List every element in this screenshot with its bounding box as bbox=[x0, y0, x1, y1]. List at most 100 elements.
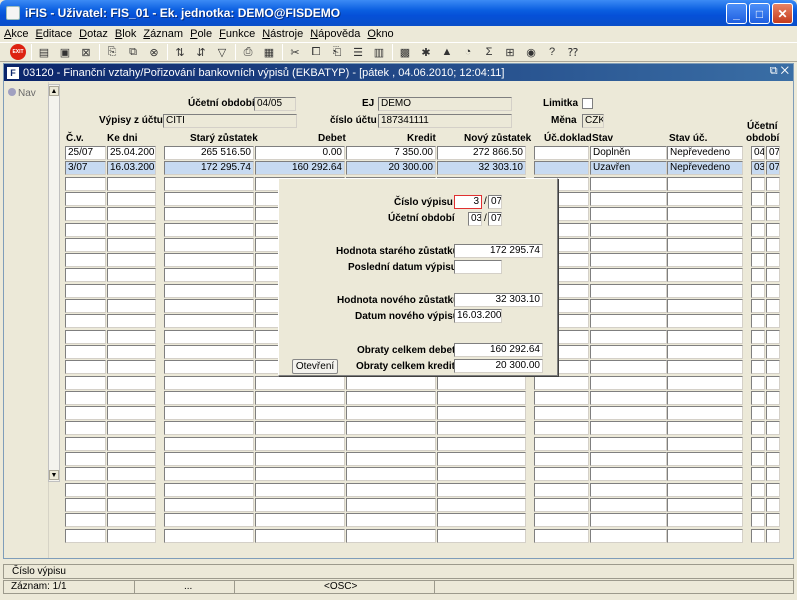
table-cell-stav[interactable] bbox=[590, 467, 667, 481]
table-cell-stav-uc[interactable] bbox=[667, 391, 743, 405]
table-cell-stav-uc[interactable]: Nepřevedeno bbox=[667, 146, 743, 160]
table-cell-debet[interactable]: 160 292.64 bbox=[255, 161, 345, 175]
table-cell-ucdoklad[interactable] bbox=[534, 161, 589, 175]
menu-okno[interactable]: Okno bbox=[367, 28, 393, 40]
table-cell-stary[interactable] bbox=[164, 406, 254, 420]
table-cell-stav-uc[interactable] bbox=[667, 192, 743, 206]
table-cell-ke-dni[interactable] bbox=[107, 268, 156, 282]
table-cell-cv[interactable] bbox=[65, 483, 106, 497]
menu-blok[interactable]: Blok bbox=[115, 28, 136, 40]
table-cell-obd-y[interactable] bbox=[766, 467, 780, 481]
table-cell-ucdoklad[interactable] bbox=[534, 406, 589, 420]
table-cell-obd-y[interactable] bbox=[766, 268, 780, 282]
table-cell-stav-uc[interactable] bbox=[667, 207, 743, 221]
table-cell-cv[interactable] bbox=[65, 192, 106, 206]
table-cell-stav-uc[interactable] bbox=[667, 330, 743, 344]
table-cell-stav[interactable] bbox=[590, 268, 667, 282]
table-cell-stav[interactable]: Doplněn bbox=[590, 146, 667, 160]
dlg-ucetni-obdobi-m[interactable]: 03 bbox=[468, 212, 482, 226]
table-cell-obd-m[interactable] bbox=[751, 391, 765, 405]
table-cell-cv[interactable] bbox=[65, 391, 106, 405]
limitka-checkbox[interactable] bbox=[582, 98, 593, 109]
table-cell-ke-dni[interactable] bbox=[107, 284, 156, 298]
table-cell-ke-dni[interactable]: 25.04.2007 bbox=[107, 146, 156, 160]
columns-icon[interactable]: ▥ bbox=[371, 44, 387, 60]
delete-record-icon[interactable]: ⊠ bbox=[78, 44, 94, 60]
table-cell-novy[interactable] bbox=[437, 498, 526, 512]
table-cell-ucdoklad[interactable] bbox=[534, 483, 589, 497]
table-cell-stav[interactable] bbox=[590, 207, 667, 221]
table-cell-obd-m[interactable] bbox=[751, 452, 765, 466]
table-cell-kredit[interactable] bbox=[346, 513, 436, 527]
query-execute-icon[interactable]: ⧉ bbox=[125, 44, 141, 60]
menu-zaznam[interactable]: Záznam bbox=[143, 28, 183, 40]
table-cell-stav-uc[interactable] bbox=[667, 345, 743, 359]
table-cell-stav[interactable] bbox=[590, 376, 667, 390]
table-cell-obd-y[interactable] bbox=[766, 314, 780, 328]
cislo-uctu-field[interactable]: 187341111 bbox=[378, 114, 512, 128]
table-cell-ke-dni[interactable] bbox=[107, 452, 156, 466]
dlg-posledni-datum-field[interactable] bbox=[454, 260, 502, 274]
table-cell-obd-m[interactable] bbox=[751, 437, 765, 451]
table-cell-stav[interactable] bbox=[590, 421, 667, 435]
table-cell-cv[interactable] bbox=[65, 467, 106, 481]
table-cell-obd-m[interactable] bbox=[751, 483, 765, 497]
table-cell-kredit[interactable] bbox=[346, 529, 436, 543]
table-cell-ke-dni[interactable] bbox=[107, 207, 156, 221]
table-cell-cv[interactable] bbox=[65, 299, 106, 313]
table-cell-obd-y[interactable] bbox=[766, 330, 780, 344]
table-cell-ucdoklad[interactable] bbox=[534, 498, 589, 512]
table-cell-novy[interactable] bbox=[437, 513, 526, 527]
table-cell-debet[interactable] bbox=[255, 513, 345, 527]
print-preview-icon[interactable]: ▦ bbox=[261, 44, 277, 60]
table-cell-obd-y[interactable] bbox=[766, 376, 780, 390]
nav-panel[interactable]: Nav bbox=[5, 82, 49, 558]
table-cell-cv[interactable] bbox=[65, 238, 106, 252]
table-cell-kredit[interactable] bbox=[346, 437, 436, 451]
table-cell-obd-m[interactable] bbox=[751, 345, 765, 359]
table-cell-obd-y[interactable] bbox=[766, 498, 780, 512]
vypisy-field[interactable]: CITI bbox=[163, 114, 297, 128]
table-cell-ke-dni[interactable] bbox=[107, 223, 156, 237]
table-cell-obd-m[interactable] bbox=[751, 253, 765, 267]
sort-desc-icon[interactable]: ⇵ bbox=[193, 44, 209, 60]
table-cell-ucdoklad[interactable] bbox=[534, 437, 589, 451]
table-cell-ke-dni[interactable] bbox=[107, 391, 156, 405]
table-cell-ke-dni[interactable] bbox=[107, 345, 156, 359]
table-cell-ke-dni[interactable] bbox=[107, 330, 156, 344]
table-cell-obd-m[interactable] bbox=[751, 421, 765, 435]
table-cell-cv[interactable] bbox=[65, 421, 106, 435]
table-cell-obd-m[interactable] bbox=[751, 299, 765, 313]
table-cell-obd-y[interactable] bbox=[766, 483, 780, 497]
table-cell-stav-uc[interactable] bbox=[667, 360, 743, 374]
table-cell-ucdoklad[interactable] bbox=[534, 452, 589, 466]
table-cell-stary[interactable] bbox=[164, 513, 254, 527]
table-cell-novy[interactable]: 272 866.50 bbox=[437, 146, 526, 160]
table-cell-debet[interactable] bbox=[255, 498, 345, 512]
mena-field[interactable]: CZK bbox=[582, 114, 604, 128]
table-cell-novy[interactable] bbox=[437, 452, 526, 466]
table-cell-stav-uc[interactable] bbox=[667, 253, 743, 267]
table-cell-cv[interactable] bbox=[65, 223, 106, 237]
table-cell-ke-dni[interactable] bbox=[107, 238, 156, 252]
table-cell-stary[interactable]: 172 295.74 bbox=[164, 161, 254, 175]
table-cell-cv[interactable]: 3/07 bbox=[65, 161, 106, 175]
table-cell-debet[interactable] bbox=[255, 406, 345, 420]
table-cell-stav[interactable] bbox=[590, 529, 667, 543]
table-cell-obd-y[interactable] bbox=[766, 452, 780, 466]
table-cell-stav-uc[interactable] bbox=[667, 268, 743, 282]
table-cell-stav[interactable] bbox=[590, 238, 667, 252]
table-cell-cv[interactable] bbox=[65, 314, 106, 328]
table-cell-debet[interactable] bbox=[255, 421, 345, 435]
table-cell-obd-m[interactable] bbox=[751, 284, 765, 298]
table-cell-obd-m[interactable] bbox=[751, 177, 765, 191]
table-cell-ucdoklad[interactable] bbox=[534, 421, 589, 435]
table-cell-cv[interactable] bbox=[65, 406, 106, 420]
table-cell-ke-dni[interactable] bbox=[107, 467, 156, 481]
minimize-button[interactable]: _ bbox=[726, 3, 747, 24]
table-cell-stav[interactable]: Uzavřen bbox=[590, 161, 667, 175]
table-cell-obd-y[interactable] bbox=[766, 437, 780, 451]
dlg-hodnota-noveho-field[interactable]: 32 303.10 bbox=[454, 293, 543, 307]
table-cell-debet[interactable]: 0.00 bbox=[255, 146, 345, 160]
table-cell-stav-uc[interactable] bbox=[667, 467, 743, 481]
